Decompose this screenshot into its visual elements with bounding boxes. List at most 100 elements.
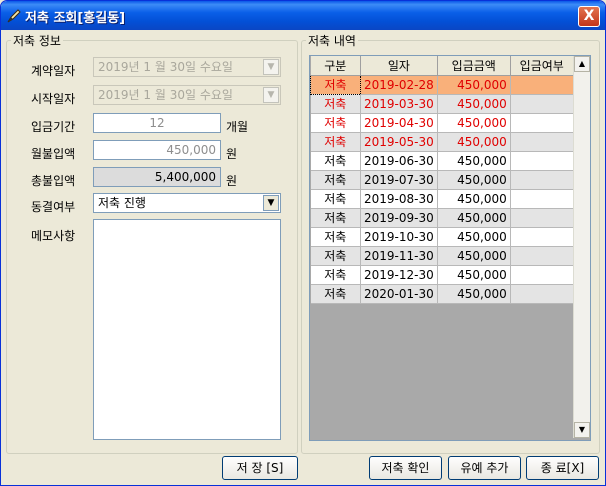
row-type-cell[interactable]: 저축 — [310, 74, 361, 95]
row-paid-cell[interactable] — [510, 284, 574, 304]
months-unit: 개월 — [226, 120, 249, 134]
row-type-cell[interactable]: 저축 — [310, 151, 361, 171]
contract-date-label: 계약일자 — [31, 64, 76, 78]
savings-history-grid[interactable]: 구분 일자 입금금액 입금여부 저축 2019-02-28 450,000 저축 201… — [309, 55, 591, 441]
table-row[interactable]: 저축 2019-03-30 450,000 — [310, 94, 574, 114]
row-amount-cell[interactable]: 450,000 — [437, 170, 511, 190]
savings-info-title: 저축 정보 — [11, 32, 63, 49]
row-paid-cell[interactable] — [510, 189, 574, 209]
monthly-payment-input[interactable]: 450,000 — [93, 140, 221, 160]
row-paid-cell[interactable] — [510, 94, 574, 114]
close-button[interactable]: 종 료[X] — [526, 456, 599, 480]
chevron-down-icon[interactable]: ▼ — [263, 195, 279, 211]
row-paid-cell[interactable] — [510, 151, 574, 171]
row-date-cell[interactable]: 2019-08-30 — [360, 189, 438, 209]
row-date-cell[interactable]: 2019-04-30 — [360, 113, 438, 133]
row-amount-cell[interactable]: 450,000 — [437, 132, 511, 152]
row-type-cell[interactable]: 저축 — [310, 265, 361, 285]
row-type-cell[interactable]: 저축 — [310, 170, 361, 190]
table-row[interactable]: 저축 2019-05-30 450,000 — [310, 132, 574, 152]
row-amount-cell[interactable]: 450,000 — [437, 284, 511, 304]
savings-history-title: 저축 내역 — [306, 32, 358, 49]
total-payment-label: 총불입액 — [31, 174, 76, 188]
chevron-down-icon[interactable]: ▼ — [263, 59, 279, 75]
row-amount-cell[interactable]: 450,000 — [437, 265, 511, 285]
column-header-date[interactable]: 일자 — [360, 56, 438, 76]
total-payment-field: 5,400,000 — [93, 167, 221, 187]
table-row[interactable]: 저축 2019-10-30 450,000 — [310, 227, 574, 247]
row-amount-cell[interactable]: 450,000 — [437, 227, 511, 247]
table-row[interactable]: 저축 2019-04-30 450,000 — [310, 113, 574, 133]
row-date-cell[interactable]: 2019-10-30 — [360, 227, 438, 247]
deposit-period-label: 입금기간 — [31, 120, 76, 134]
row-type-cell[interactable]: 저축 — [310, 132, 361, 152]
row-date-cell[interactable]: 2019-12-30 — [360, 265, 438, 285]
row-type-cell[interactable]: 저축 — [310, 284, 361, 304]
add-grace-button[interactable]: 유예 추가 — [448, 456, 521, 480]
row-paid-cell[interactable] — [510, 246, 574, 266]
row-type-cell[interactable]: 저축 — [310, 208, 361, 228]
table-row[interactable]: 저축 2019-07-30 450,000 — [310, 170, 574, 190]
row-amount-cell[interactable]: 450,000 — [437, 208, 511, 228]
start-date-picker[interactable]: 2019년 1 월 30일 수요일 ▼ — [93, 85, 281, 105]
row-date-cell[interactable]: 2020-01-30 — [360, 284, 438, 304]
table-row[interactable]: 저축 2019-02-28 450,000 — [310, 74, 574, 95]
row-paid-cell[interactable] — [510, 113, 574, 133]
row-amount-cell[interactable]: 450,000 — [437, 151, 511, 171]
savings-inquiry-window: 저축 조회[홍길동] X 저축 정보 계약일자 2019년 1 월 30일 수요… — [0, 0, 606, 486]
row-paid-cell[interactable] — [510, 265, 574, 285]
scroll-down-icon[interactable]: ▼ — [574, 422, 590, 438]
close-window-button[interactable]: X — [578, 6, 600, 27]
table-row[interactable]: 저축 2019-12-30 450,000 — [310, 265, 574, 285]
window-title: 저축 조회[홍길동] — [25, 11, 126, 26]
history-table: 구분 일자 입금금액 입금여부 저축 2019-02-28 450,000 저축 201… — [310, 56, 574, 304]
row-paid-cell[interactable] — [510, 227, 574, 247]
column-header-amount[interactable]: 입금금액 — [437, 56, 511, 76]
memo-label: 메모사항 — [31, 229, 76, 243]
row-date-cell[interactable]: 2019-02-28 — [360, 75, 438, 95]
table-row[interactable]: 저축 2019-11-30 450,000 — [310, 246, 574, 266]
title-bar[interactable]: 저축 조회[홍길동] X — [1, 1, 605, 30]
table-header-row: 구분 일자 입금금액 입금여부 — [310, 56, 574, 76]
row-amount-cell[interactable]: 450,000 — [437, 75, 511, 95]
save-button[interactable]: 저 장 [S] — [222, 456, 298, 480]
row-date-cell[interactable]: 2019-11-30 — [360, 246, 438, 266]
row-paid-cell[interactable] — [510, 170, 574, 190]
table-row[interactable]: 저축 2020-01-30 450,000 — [310, 284, 574, 304]
table-row[interactable]: 저축 2019-06-30 450,000 — [310, 151, 574, 171]
row-type-cell[interactable]: 저축 — [310, 227, 361, 247]
column-header-paid[interactable]: 입금여부 — [510, 56, 574, 76]
row-amount-cell[interactable]: 450,000 — [437, 113, 511, 133]
row-date-cell[interactable]: 2019-05-30 — [360, 132, 438, 152]
deposit-period-input[interactable]: 12 — [93, 113, 221, 133]
row-amount-cell[interactable]: 450,000 — [437, 94, 511, 114]
start-date-label: 시작일자 — [31, 92, 76, 106]
table-row[interactable]: 저축 2019-09-30 450,000 — [310, 208, 574, 228]
column-header-type[interactable]: 구분 — [310, 56, 361, 76]
chevron-down-icon[interactable]: ▼ — [263, 87, 279, 103]
freeze-status-label: 동결여부 — [31, 200, 76, 214]
row-date-cell[interactable]: 2019-06-30 — [360, 151, 438, 171]
row-type-cell[interactable]: 저축 — [310, 189, 361, 209]
row-type-cell[interactable]: 저축 — [310, 246, 361, 266]
row-date-cell[interactable]: 2019-03-30 — [360, 94, 438, 114]
row-date-cell[interactable]: 2019-09-30 — [360, 208, 438, 228]
row-amount-cell[interactable]: 450,000 — [437, 189, 511, 209]
contract-date-value: 2019년 1 월 30일 수요일 — [98, 60, 233, 74]
freeze-status-select[interactable]: 저축 진행 ▼ — [93, 193, 281, 213]
memo-textarea[interactable] — [93, 219, 281, 440]
row-type-cell[interactable]: 저축 — [310, 113, 361, 133]
row-paid-cell[interactable] — [510, 132, 574, 152]
confirm-savings-button[interactable]: 저축 확인 — [369, 456, 442, 480]
table-row[interactable]: 저축 2019-08-30 450,000 — [310, 189, 574, 209]
contract-date-picker[interactable]: 2019년 1 월 30일 수요일 ▼ — [93, 57, 281, 77]
vertical-scrollbar[interactable]: ▲ ▼ — [573, 56, 590, 438]
row-type-cell[interactable]: 저축 — [310, 94, 361, 114]
start-date-value: 2019년 1 월 30일 수요일 — [98, 88, 233, 102]
row-amount-cell[interactable]: 450,000 — [437, 246, 511, 266]
scroll-up-icon[interactable]: ▲ — [574, 56, 590, 72]
row-paid-cell[interactable] — [510, 208, 574, 228]
row-paid-cell[interactable] — [510, 75, 574, 95]
monthly-won-unit: 원 — [226, 147, 238, 161]
row-date-cell[interactable]: 2019-07-30 — [360, 170, 438, 190]
